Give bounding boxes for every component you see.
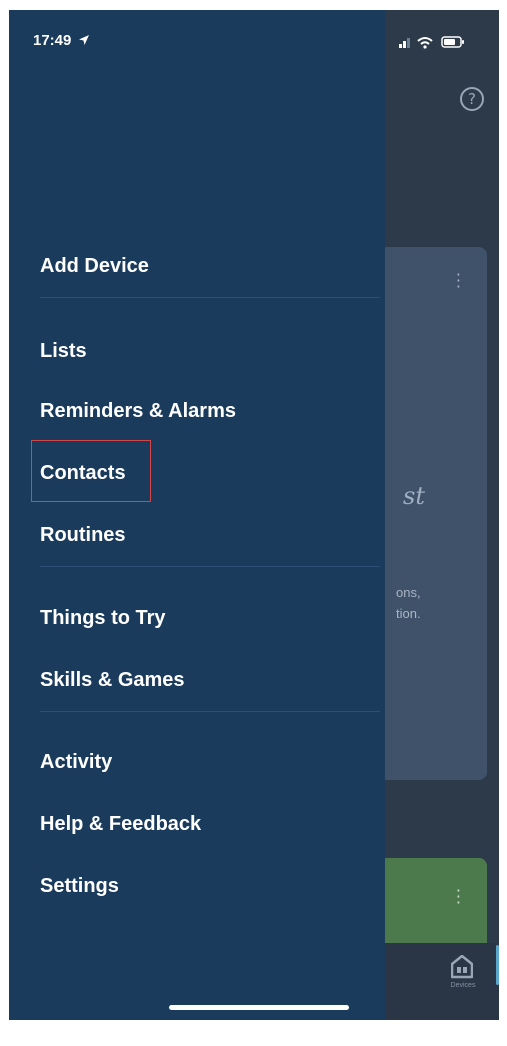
menu-divider — [40, 297, 380, 298]
menu-item-things-to-try[interactable]: Things to Try — [40, 607, 166, 630]
help-icon[interactable]: ? — [460, 87, 484, 111]
location-arrow-icon — [78, 35, 89, 45]
menu-divider — [40, 711, 380, 712]
menu-divider — [40, 566, 380, 567]
menu-item-settings[interactable]: Settings — [40, 875, 119, 898]
menu-item-routines[interactable]: Routines — [40, 524, 126, 547]
side-drawer-menu: 17:49 Add Device Lists Reminders & Alarm… — [9, 10, 385, 1020]
devices-icon[interactable] — [451, 955, 473, 979]
wifi-icon — [417, 37, 433, 49]
menu-item-help-feedback[interactable]: Help & Feedback — [40, 813, 201, 836]
status-icons — [399, 36, 464, 49]
signal-icon — [399, 38, 410, 48]
contacts-highlight-box — [31, 440, 151, 502]
edge-accent — [496, 945, 499, 985]
card-partial-line-2: tion. — [396, 606, 421, 621]
more-options-icon[interactable]: · · · — [456, 883, 461, 911]
background-green-card[interactable]: · · · — [379, 858, 487, 943]
menu-item-reminders-alarms[interactable]: Reminders & Alarms — [40, 400, 236, 423]
status-time: 17:49 — [33, 32, 90, 49]
phone-screen: ? · · · st ons, tion. · · · Devices 17:4… — [9, 10, 499, 1020]
battery-icon — [441, 36, 464, 48]
status-time-text: 17:49 — [33, 32, 72, 49]
card-partial-heading: st — [403, 482, 425, 510]
background-card[interactable]: · · · st ons, tion. — [379, 247, 487, 780]
tab-devices-label[interactable]: Devices — [439, 982, 487, 989]
card-partial-text: ons, tion. — [396, 582, 421, 624]
menu-item-add-device[interactable]: Add Device — [40, 255, 149, 278]
menu-item-skills-games[interactable]: Skills & Games — [40, 669, 185, 692]
card-partial-line-1: ons, — [396, 585, 421, 600]
home-indicator[interactable] — [169, 1005, 349, 1010]
menu-item-activity[interactable]: Activity — [40, 751, 112, 774]
more-options-icon[interactable]: · · · — [456, 267, 461, 295]
menu-item-lists[interactable]: Lists — [40, 340, 87, 363]
